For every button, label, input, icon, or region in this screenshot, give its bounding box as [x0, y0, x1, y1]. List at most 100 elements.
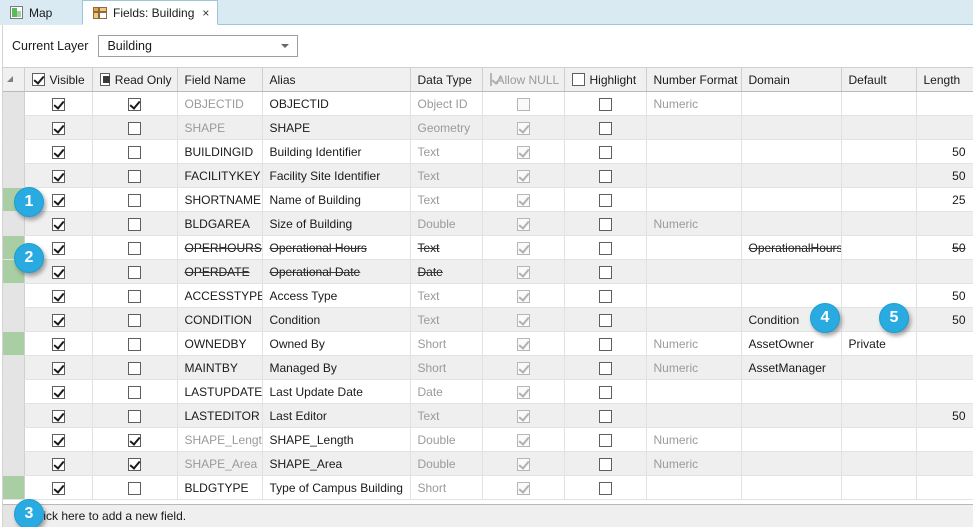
highlight-checkbox[interactable] [598, 313, 612, 327]
cell-alias[interactable]: SHAPE [262, 115, 411, 140]
cell-field-name[interactable]: LASTUPDATE [177, 379, 263, 404]
read-only-checkbox[interactable] [128, 241, 141, 255]
highlight-header-checkbox[interactable] [571, 73, 585, 86]
visible-checkbox[interactable] [51, 289, 65, 303]
cell-field-name[interactable]: BLDGAREA [177, 211, 263, 236]
highlight-checkbox[interactable] [598, 409, 612, 423]
cell-highlight[interactable] [564, 283, 647, 308]
cell-data-type[interactable]: Short [410, 355, 483, 380]
read-only-header-checkbox[interactable] [99, 73, 110, 86]
cell-data-type[interactable]: Short [410, 331, 483, 356]
cell-read-only[interactable] [92, 187, 178, 212]
table-row[interactable]: LASTUPDATE Last Update Date Date [0, 379, 973, 404]
cell-highlight[interactable] [564, 475, 647, 500]
cell-highlight[interactable] [564, 379, 647, 404]
read-only-checkbox[interactable] [128, 433, 141, 447]
row-selector[interactable] [0, 475, 25, 500]
cell-length[interactable]: 50 [916, 307, 973, 332]
visible-checkbox[interactable] [51, 265, 65, 279]
cell-data-type[interactable]: Short [410, 475, 483, 500]
row-selector[interactable] [0, 115, 25, 140]
cell-highlight[interactable] [564, 451, 647, 476]
cell-alias[interactable]: OBJECTID [262, 91, 411, 116]
cell-length[interactable] [916, 211, 973, 236]
cell-field-name[interactable]: MAINTBY [177, 355, 263, 380]
cell-length[interactable]: 50 [916, 283, 973, 308]
row-selector[interactable] [0, 379, 25, 404]
row-selector[interactable] [0, 139, 25, 164]
visible-checkbox[interactable] [51, 145, 65, 159]
cell-data-type[interactable]: Text [410, 307, 483, 332]
cell-read-only[interactable] [92, 475, 178, 500]
cell-alias[interactable]: Last Update Date [262, 379, 411, 404]
cell-visible[interactable] [24, 115, 93, 140]
cell-domain[interactable] [741, 379, 842, 404]
visible-checkbox[interactable] [51, 433, 65, 447]
cell-field-name[interactable]: OWNEDBY [177, 331, 263, 356]
cell-visible[interactable] [24, 283, 93, 308]
cell-highlight[interactable] [564, 187, 647, 212]
cell-domain[interactable] [741, 139, 842, 164]
row-selector[interactable] [0, 91, 25, 116]
cell-length[interactable]: 50 [916, 139, 973, 164]
column-header-data-type[interactable]: Data Type [410, 67, 483, 92]
read-only-checkbox[interactable] [128, 289, 141, 303]
highlight-checkbox[interactable] [598, 361, 612, 375]
cell-read-only[interactable] [92, 211, 178, 236]
table-row[interactable]: LASTEDITOR Last Editor Text 50 [0, 403, 973, 428]
table-row[interactable]: BLDGTYPE Type of Campus Building Short [0, 475, 973, 500]
column-header-domain[interactable]: Domain [741, 67, 842, 92]
row-selector[interactable] [0, 283, 25, 308]
cell-domain[interactable] [741, 115, 842, 140]
close-icon[interactable]: × [202, 7, 209, 19]
cell-default[interactable]: Private [841, 331, 917, 356]
cell-alias[interactable]: Last Editor [262, 403, 411, 428]
tab-map[interactable]: Map [0, 0, 82, 25]
cell-length[interactable]: 50 [916, 403, 973, 428]
cell-visible[interactable] [24, 475, 93, 500]
read-only-checkbox[interactable] [128, 313, 141, 327]
visible-checkbox[interactable] [51, 481, 65, 495]
visible-checkbox[interactable] [51, 361, 65, 375]
cell-number-format[interactable] [646, 235, 742, 260]
cell-number-format[interactable] [646, 259, 742, 284]
cell-field-name[interactable]: SHAPE [177, 115, 263, 140]
cell-read-only[interactable] [92, 115, 178, 140]
cell-number-format[interactable] [646, 379, 742, 404]
table-row[interactable]: OWNEDBY Owned By Short Numeric AssetOwner Pri… [0, 331, 973, 356]
cell-domain[interactable]: AssetManager [741, 355, 842, 380]
visible-checkbox[interactable] [51, 217, 65, 231]
cell-alias[interactable]: SHAPE_Length [262, 427, 411, 452]
row-selector[interactable] [0, 355, 25, 380]
column-header-allow-null[interactable]: Allow NULL [482, 67, 565, 92]
read-only-checkbox[interactable] [128, 121, 141, 135]
cell-read-only[interactable] [92, 307, 178, 332]
cell-data-type[interactable]: Text [410, 139, 483, 164]
highlight-checkbox[interactable] [598, 337, 612, 351]
cell-default[interactable] [841, 211, 917, 236]
cell-alias[interactable]: SHAPE_Area [262, 451, 411, 476]
cell-domain[interactable] [741, 259, 842, 284]
cell-read-only[interactable] [92, 403, 178, 428]
cell-field-name[interactable]: OBJECTID [177, 91, 263, 116]
table-row[interactable]: OPERDATE Operational Date Date [0, 259, 973, 284]
cell-highlight[interactable] [564, 235, 647, 260]
highlight-checkbox[interactable] [598, 145, 612, 159]
read-only-checkbox[interactable] [128, 361, 141, 375]
current-layer-select[interactable]: Building [98, 35, 299, 57]
highlight-checkbox[interactable] [598, 289, 612, 303]
row-selector[interactable] [0, 211, 25, 236]
cell-number-format[interactable]: Numeric [646, 331, 742, 356]
read-only-checkbox[interactable] [128, 193, 141, 207]
cell-alias[interactable]: Owned By [262, 331, 411, 356]
cell-field-name[interactable]: ACCESSTYPE [177, 283, 263, 308]
column-header-alias[interactable]: Alias [262, 67, 411, 92]
cell-highlight[interactable] [564, 259, 647, 284]
table-row[interactable]: MAINTBY Managed By Short Numeric AssetManage… [0, 355, 973, 380]
cell-highlight[interactable] [564, 139, 647, 164]
read-only-checkbox[interactable] [128, 481, 141, 495]
cell-default[interactable] [841, 427, 917, 452]
cell-data-type[interactable]: Double [410, 451, 483, 476]
cell-number-format[interactable] [646, 475, 742, 500]
cell-alias[interactable]: Managed By [262, 355, 411, 380]
